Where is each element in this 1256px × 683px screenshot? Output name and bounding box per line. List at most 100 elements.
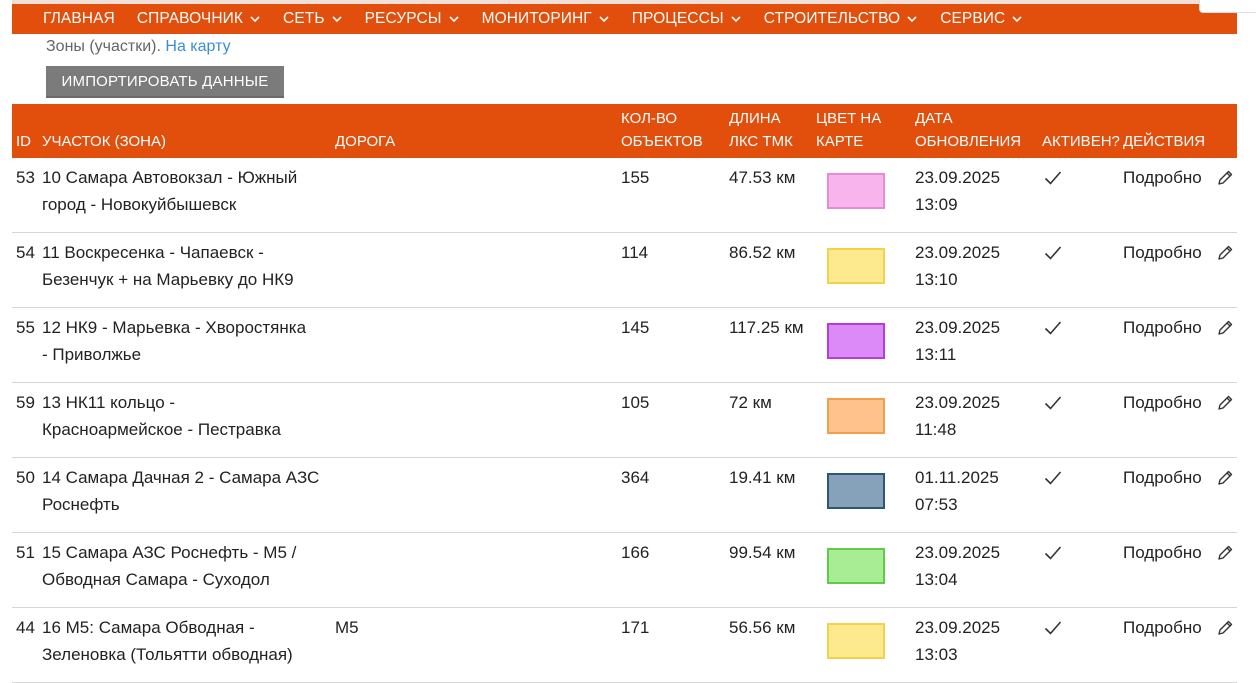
details-link[interactable]: Подробно bbox=[1123, 314, 1202, 341]
row-zone-line: Обводная Самара - Суходол bbox=[42, 570, 270, 589]
chevron-down-icon bbox=[331, 13, 343, 25]
details-link[interactable]: Подробно bbox=[1123, 164, 1202, 191]
header-length-line1: Длина bbox=[729, 110, 781, 127]
row-zone-line: Роснефть bbox=[42, 495, 120, 514]
nav-item-5[interactable]: Процессы bbox=[632, 10, 742, 28]
nav-item-2[interactable]: Сеть bbox=[283, 10, 343, 28]
nav-item-3[interactable]: Ресурсы bbox=[365, 10, 460, 28]
header-count-line1: Кол-во bbox=[621, 110, 678, 127]
row-date: 23.09.2025 13:10 bbox=[915, 239, 1000, 293]
row-date-line: 01.11.2025 bbox=[915, 468, 999, 487]
table-row: 53 10 Самара Автовокзал - Южный город - Но… bbox=[12, 158, 1237, 233]
row-zone-line: 15 Самара АЗС Роснефть - М5 / bbox=[42, 543, 297, 562]
row-id: 54 bbox=[16, 243, 35, 262]
row-zone-line: 16 М5: Самара Обводная - bbox=[42, 618, 255, 637]
main-navbar: Главная Справочник Сеть Ресурсы Мониторинг Пр… bbox=[12, 4, 1237, 34]
row-id: 51 bbox=[16, 543, 35, 562]
map-color-swatch bbox=[827, 473, 885, 509]
nav-item-label: Главная bbox=[43, 10, 115, 27]
row-zone[interactable]: 10 Самара Автовокзал - Южный город - Ново… bbox=[42, 164, 297, 218]
chevron-down-icon bbox=[730, 13, 742, 25]
row-id: 50 bbox=[16, 468, 35, 487]
table-row: 44 16 М5: Самара Обводная - Зеленовка (Тол… bbox=[12, 608, 1237, 683]
pencil-icon[interactable] bbox=[1216, 469, 1234, 487]
row-date: 23.09.2025 11:48 bbox=[915, 389, 1000, 443]
header-road: Дорога bbox=[335, 133, 396, 150]
checkmark-icon bbox=[1044, 395, 1062, 411]
details-link[interactable]: Подробно bbox=[1123, 389, 1202, 416]
checkmark-icon bbox=[1044, 545, 1062, 561]
row-zone[interactable]: 16 М5: Самара Обводная - Зеленовка (Толья… bbox=[42, 614, 293, 668]
header-length: Длина ЛКС ТМК bbox=[729, 107, 793, 153]
header-zone: Участок (зона) bbox=[42, 133, 166, 150]
header-length-line2: ЛКС ТМК bbox=[729, 133, 793, 150]
map-link[interactable]: На карту bbox=[165, 38, 230, 55]
row-count: 155 bbox=[621, 168, 650, 187]
chevron-down-icon bbox=[598, 13, 610, 25]
table-row: 59 13 НК11 кольцо - Красноармейское - Пест… bbox=[12, 383, 1237, 458]
row-zone[interactable]: 12 НК9 - Марьевка - Хворостянка - Приволж… bbox=[42, 314, 306, 368]
map-color-swatch bbox=[827, 623, 885, 659]
header-date-line1: Дата bbox=[915, 110, 953, 127]
pencil-icon[interactable] bbox=[1216, 394, 1234, 412]
row-count: 114 bbox=[621, 243, 649, 262]
pencil-icon[interactable] bbox=[1216, 319, 1234, 337]
details-link[interactable]: Подробно bbox=[1123, 539, 1202, 566]
nav-item-7[interactable]: Сервис bbox=[940, 10, 1023, 28]
breadcrumb-title: Зоны (участки). bbox=[46, 38, 161, 55]
row-zone[interactable]: 11 Воскресенка - Чапаевск - Безенчук + на… bbox=[42, 239, 294, 293]
table-row: 51 15 Самара АЗС Роснефть - М5 / Обводная … bbox=[12, 533, 1237, 608]
checkmark-icon bbox=[1044, 170, 1062, 186]
pencil-icon[interactable] bbox=[1216, 544, 1234, 562]
row-zone-line: 13 НК11 кольцо - bbox=[42, 393, 176, 412]
details-link[interactable]: Подробно bbox=[1123, 239, 1202, 266]
row-zone[interactable]: 15 Самара АЗС Роснефть - М5 / Обводная Са… bbox=[42, 539, 296, 593]
row-date: 23.09.2025 13:11 bbox=[915, 314, 1000, 368]
header-count: Кол-во объектов bbox=[621, 107, 703, 153]
header-color-line1: Цвет на bbox=[816, 110, 882, 127]
header-color: Цвет на карте bbox=[816, 107, 881, 153]
row-date-line: 23.09.2025 bbox=[915, 243, 1001, 262]
details-link[interactable]: Подробно bbox=[1123, 464, 1202, 491]
pencil-icon[interactable] bbox=[1216, 619, 1234, 637]
nav-item-4[interactable]: Мониторинг bbox=[482, 10, 610, 28]
row-id: 53 bbox=[16, 168, 35, 187]
pencil-icon[interactable] bbox=[1216, 169, 1234, 187]
chevron-down-icon bbox=[1011, 13, 1023, 25]
header-id: ID bbox=[16, 133, 31, 150]
row-count: 364 bbox=[621, 468, 650, 487]
row-length: 86.52 км bbox=[729, 243, 796, 262]
row-count: 166 bbox=[621, 543, 650, 562]
import-data-button[interactable]: Импортировать данные bbox=[46, 66, 284, 98]
nav-item-0[interactable]: Главная bbox=[43, 10, 115, 28]
row-count: 105 bbox=[621, 393, 650, 412]
row-zone-line: город - Новокуйбышевск bbox=[42, 195, 237, 214]
table-row: 54 11 Воскресенка - Чапаевск - Безенчук + … bbox=[12, 233, 1237, 308]
checkmark-icon bbox=[1044, 320, 1062, 336]
nav-item-label: Ресурсы bbox=[364, 10, 442, 27]
row-zone[interactable]: 14 Самара Дачная 2 - Самара АЗС Роснефть bbox=[42, 464, 319, 518]
row-date-line: 11:48 bbox=[915, 420, 957, 439]
row-date-line: 13:10 bbox=[915, 270, 958, 289]
row-zone-line: Красноармейское - Пестравка bbox=[42, 420, 282, 439]
nav-item-1[interactable]: Справочник bbox=[137, 10, 261, 28]
header-color-line2: карте bbox=[816, 133, 864, 150]
row-date-line: 23.09.2025 bbox=[915, 618, 1001, 637]
map-color-swatch bbox=[827, 398, 885, 434]
details-link[interactable]: Подробно bbox=[1123, 614, 1202, 641]
nav-item-label: Сервис bbox=[940, 10, 1006, 27]
table-row: 55 12 НК9 - Марьевка - Хворостянка - Приво… bbox=[12, 308, 1237, 383]
map-color-swatch bbox=[827, 548, 885, 584]
chevron-down-icon bbox=[448, 13, 460, 25]
pencil-icon[interactable] bbox=[1216, 244, 1234, 262]
map-color-swatch bbox=[827, 323, 885, 359]
row-zone-line: 11 Воскресенка - Чапаевск - bbox=[42, 243, 264, 262]
row-date: 23.09.2025 13:09 bbox=[915, 164, 1000, 218]
row-date: 23.09.2025 13:03 bbox=[915, 614, 1000, 668]
row-zone[interactable]: 13 НК11 кольцо - Красноармейское - Пестра… bbox=[42, 389, 281, 443]
chevron-down-icon bbox=[249, 13, 261, 25]
nav-item-6[interactable]: Строительство bbox=[764, 10, 918, 28]
row-zone-line: 12 НК9 - Марьевка - Хворостянка bbox=[42, 318, 307, 337]
row-date-line: 13:04 bbox=[915, 570, 958, 589]
checkmark-icon bbox=[1044, 620, 1062, 636]
